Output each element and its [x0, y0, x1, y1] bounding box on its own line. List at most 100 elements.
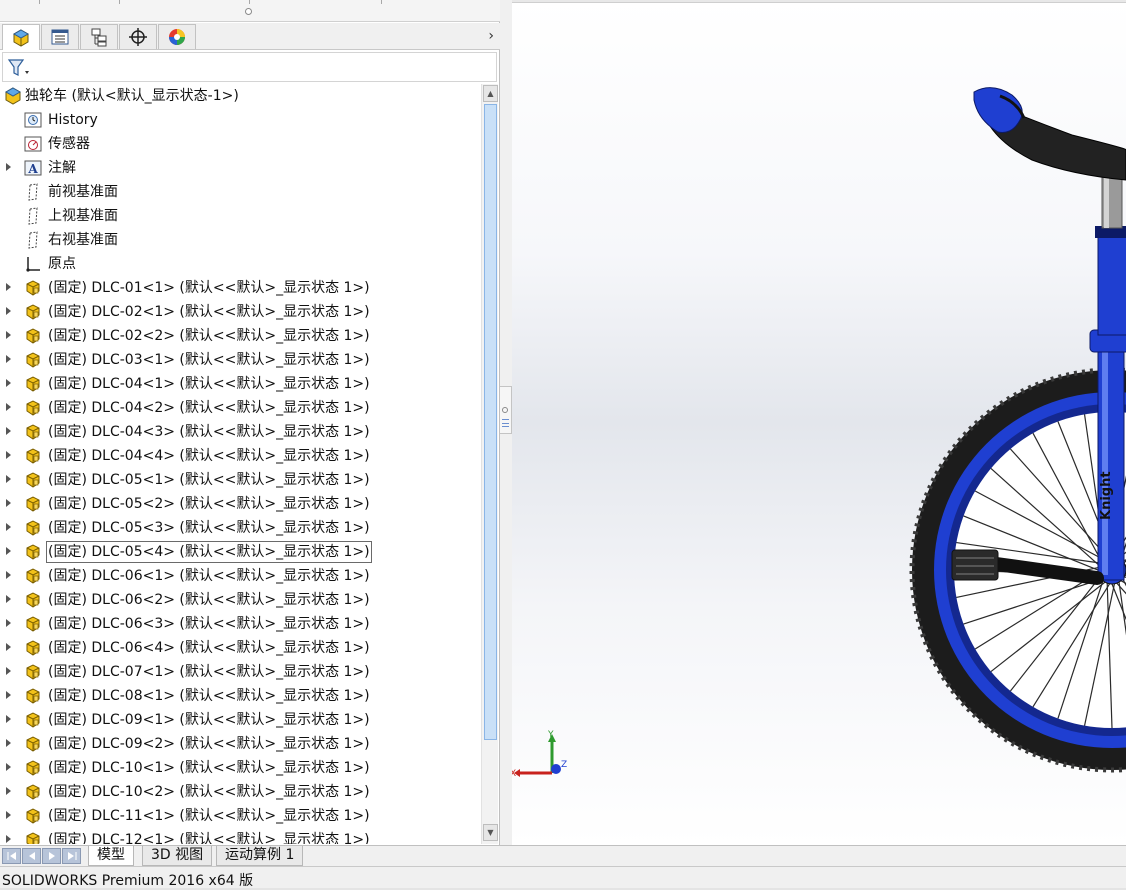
expand-arrow-icon[interactable] — [6, 379, 11, 387]
tree-item-top-plane[interactable]: 上视基准面 — [0, 204, 480, 228]
part-icon — [26, 424, 40, 440]
tree-item-history[interactable]: History — [0, 108, 480, 132]
tree-item-label: (固定) DLC-12<1> (默认<<默认>_显示状态 1>) — [48, 832, 370, 844]
last-tab-icon[interactable] — [62, 848, 81, 864]
tree-item-label: (固定) DLC-06<3> (默认<<默认>_显示状态 1>) — [48, 616, 370, 632]
tree-item-component[interactable]: (固定) DLC-12<1> (默认<<默认>_显示状态 1>) — [0, 828, 480, 844]
tree-item-front-plane[interactable]: 前视基准面 — [0, 180, 480, 204]
tab-3d-view[interactable]: 3D 视图 — [142, 846, 213, 866]
scroll-down-icon[interactable]: ▼ — [483, 824, 498, 841]
expand-arrow-icon[interactable] — [6, 451, 11, 459]
first-tab-icon[interactable] — [2, 848, 21, 864]
tree-item-component[interactable]: (固定) DLC-02<2> (默认<<默认>_显示状态 1>) — [0, 324, 480, 348]
part-icon — [26, 664, 40, 680]
panel-splitter-handle[interactable] — [500, 386, 512, 434]
expand-arrow-icon[interactable] — [6, 619, 11, 627]
expand-arrow-icon[interactable] — [6, 739, 11, 747]
tree-item-component[interactable]: (固定) DLC-09<2> (默认<<默认>_显示状态 1>) — [0, 732, 480, 756]
expand-arrow-icon[interactable] — [6, 811, 11, 819]
tree-item-component[interactable]: (固定) DLC-01<1> (默认<<默认>_显示状态 1>) — [0, 276, 480, 300]
tree-item-component[interactable]: (固定) DLC-04<1> (默认<<默认>_显示状态 1>) — [0, 372, 480, 396]
graphics-area[interactable]: Knight Y X Z — [512, 0, 1126, 845]
next-tab-icon[interactable] — [42, 848, 61, 864]
tree-scrollbar[interactable]: ▲ ▼ — [481, 84, 498, 844]
tree-item-component[interactable]: (固定) DLC-05<3> (默认<<默认>_显示状态 1>) — [0, 516, 480, 540]
part-icon — [26, 736, 40, 752]
tree-item-component[interactable]: (固定) DLC-10<2> (默认<<默认>_显示状态 1>) — [0, 780, 480, 804]
chevron-right-icon[interactable]: › — [488, 28, 494, 44]
scrollbar-thumb[interactable] — [484, 104, 497, 740]
tree-item-label: 传感器 — [48, 136, 90, 152]
expand-arrow-icon[interactable] — [6, 595, 11, 603]
tree-item-component[interactable]: (固定) DLC-05<2> (默认<<默认>_显示状态 1>) — [0, 492, 480, 516]
expand-arrow-icon[interactable] — [6, 427, 11, 435]
part-icon — [26, 496, 40, 512]
tree-item-component[interactable]: (固定) DLC-07<1> (默认<<默认>_显示状态 1>) — [0, 660, 480, 684]
expand-arrow-icon[interactable] — [6, 763, 11, 771]
tab-dimxpertmanager[interactable] — [119, 24, 157, 49]
unicycle-model[interactable]: Knight Y X Z — [512, 0, 1126, 845]
part-icon — [26, 832, 40, 844]
tab-featuremanager[interactable] — [2, 24, 40, 50]
expand-arrow-icon[interactable] — [6, 787, 11, 795]
expand-arrow-icon[interactable] — [6, 499, 11, 507]
expand-arrow-icon[interactable] — [6, 355, 11, 363]
tab-propertymanager[interactable] — [41, 24, 79, 49]
part-icon — [26, 616, 40, 632]
expand-arrow-icon[interactable] — [6, 283, 11, 291]
tree-item-component[interactable]: (固定) DLC-11<1> (默认<<默认>_显示状态 1>) — [0, 804, 480, 828]
tree-item-component[interactable]: (固定) DLC-05<4> (默认<<默认>_显示状态 1>) — [0, 540, 480, 564]
tree-item-origin[interactable]: 原点 — [0, 252, 480, 276]
status-bar: SOLIDWORKS Premium 2016 x64 版 — [0, 866, 1126, 890]
expand-arrow-icon[interactable] — [6, 547, 11, 555]
status-text: SOLIDWORKS Premium 2016 x64 版 — [2, 873, 254, 889]
tree-item-right-plane[interactable]: 右视基准面 — [0, 228, 480, 252]
tree-item-component[interactable]: (固定) DLC-04<2> (默认<<默认>_显示状态 1>) — [0, 396, 480, 420]
tree-root[interactable]: 独轮车 (默认<默认_显示状态-1>) — [0, 84, 480, 108]
crosshair-icon — [129, 28, 147, 46]
tree-item-component[interactable]: (固定) DLC-06<4> (默认<<默认>_显示状态 1>) — [0, 636, 480, 660]
expand-arrow-icon[interactable] — [6, 163, 11, 171]
tab-displaymanager[interactable] — [158, 24, 196, 49]
tree-item-component[interactable]: (固定) DLC-05<1> (默认<<默认>_显示状态 1>) — [0, 468, 480, 492]
tree-item-label: 上视基准面 — [48, 208, 118, 224]
tab-configurationmanager[interactable] — [80, 24, 118, 49]
expand-arrow-icon[interactable] — [6, 643, 11, 651]
expand-arrow-icon[interactable] — [6, 523, 11, 531]
expand-arrow-icon[interactable] — [6, 307, 11, 315]
tree-item-component[interactable]: (固定) DLC-02<1> (默认<<默认>_显示状态 1>) — [0, 300, 480, 324]
tree-item-component[interactable]: (固定) DLC-10<1> (默认<<默认>_显示状态 1>) — [0, 756, 480, 780]
part-icon — [26, 784, 40, 800]
part-icon — [26, 760, 40, 776]
tree-item-component[interactable]: (固定) DLC-04<3> (默认<<默认>_显示状态 1>) — [0, 420, 480, 444]
panel-collapse-handle[interactable] — [245, 8, 252, 15]
tree-item-component[interactable]: (固定) DLC-04<4> (默认<<默认>_显示状态 1>) — [0, 444, 480, 468]
prev-tab-icon[interactable] — [22, 848, 41, 864]
tree-item-component[interactable]: (固定) DLC-06<2> (默认<<默认>_显示状态 1>) — [0, 588, 480, 612]
tree-item-sensors[interactable]: 传感器 — [0, 132, 480, 156]
tree-item-component[interactable]: (固定) DLC-08<1> (默认<<默认>_显示状态 1>) — [0, 684, 480, 708]
tree-item-annotations[interactable]: A 注解 — [0, 156, 480, 180]
tree-item-component[interactable]: (固定) DLC-09<1> (默认<<默认>_显示状态 1>) — [0, 708, 480, 732]
tree-item-label: 原点 — [48, 256, 76, 272]
feature-tree: 独轮车 (默认<默认_显示状态-1>) History 传感器 A 注解 前视基… — [0, 84, 480, 844]
scroll-up-icon[interactable]: ▲ — [483, 85, 498, 102]
tree-filter-bar[interactable] — [2, 52, 497, 82]
expand-arrow-icon[interactable] — [6, 715, 11, 723]
expand-arrow-icon[interactable] — [6, 571, 11, 579]
expand-arrow-icon[interactable] — [6, 475, 11, 483]
expand-arrow-icon[interactable] — [6, 403, 11, 411]
expand-arrow-icon[interactable] — [6, 331, 11, 339]
part-icon — [26, 448, 40, 464]
tree-item-label: (固定) DLC-04<4> (默认<<默认>_显示状态 1>) — [48, 448, 370, 464]
expand-arrow-icon[interactable] — [6, 667, 11, 675]
tab-model[interactable]: 模型 — [88, 846, 134, 866]
expand-arrow-icon[interactable] — [6, 835, 11, 843]
tree-item-component[interactable]: (固定) DLC-06<1> (默认<<默认>_显示状态 1>) — [0, 564, 480, 588]
expand-arrow-icon[interactable] — [6, 691, 11, 699]
part-icon — [26, 304, 40, 320]
tab-motion-study[interactable]: 运动算例 1 — [216, 846, 304, 866]
tree-item-component[interactable]: (固定) DLC-06<3> (默认<<默认>_显示状态 1>) — [0, 612, 480, 636]
tree-item-component[interactable]: (固定) DLC-03<1> (默认<<默认>_显示状态 1>) — [0, 348, 480, 372]
filter-icon[interactable] — [7, 58, 31, 78]
